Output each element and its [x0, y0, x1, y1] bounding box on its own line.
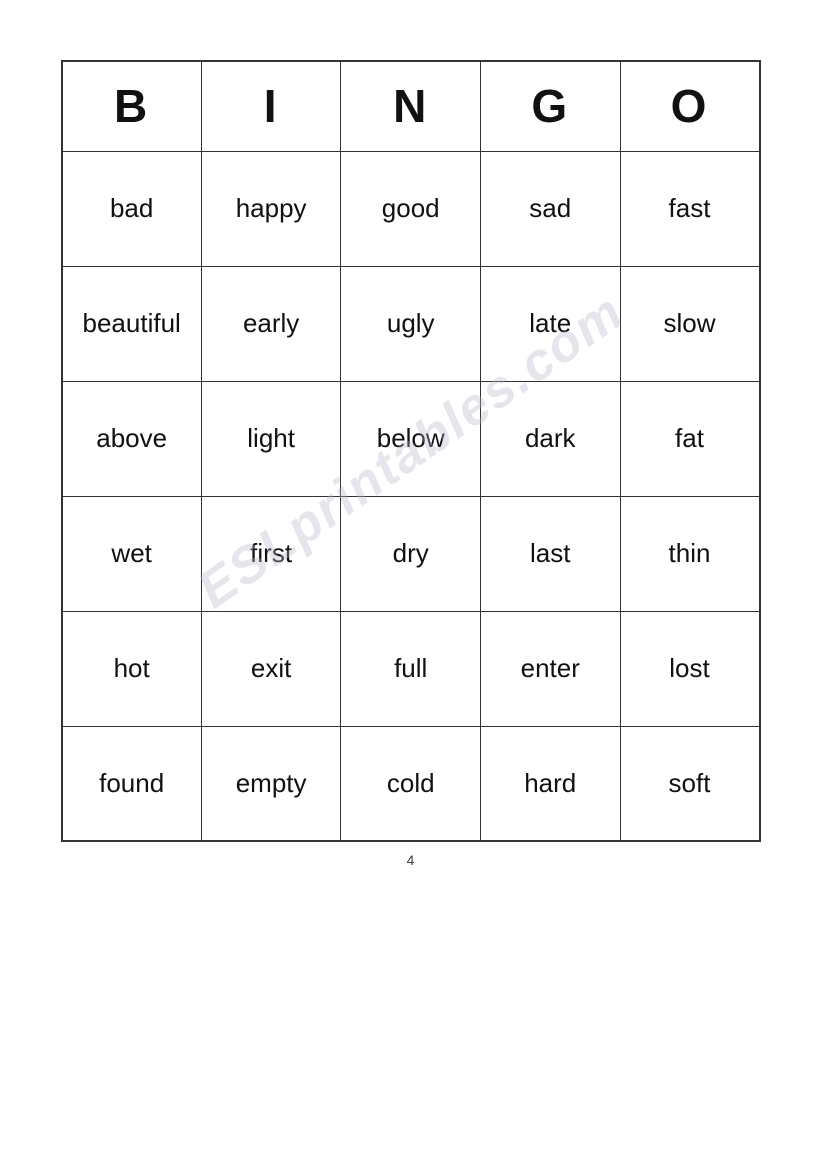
cell-r0-c4: fast — [620, 151, 760, 266]
bingo-card: ESLprintables.com BINGObadhappygoodsadfa… — [61, 60, 761, 842]
cell-r3-c4: thin — [620, 496, 760, 611]
table-row: abovelightbelowdarkfat — [62, 381, 760, 496]
cell-r4-c0: hot — [62, 611, 202, 726]
cell-r3-c0: wet — [62, 496, 202, 611]
cell-r0-c2: good — [341, 151, 481, 266]
cell-r1-c3: late — [481, 266, 621, 381]
cell-r3-c2: dry — [341, 496, 481, 611]
bingo-header-n: N — [341, 61, 481, 151]
cell-r1-c2: ugly — [341, 266, 481, 381]
cell-r2-c4: fat — [620, 381, 760, 496]
bingo-header-o: O — [620, 61, 760, 151]
cell-r0-c1: happy — [201, 151, 341, 266]
table-row: badhappygoodsadfast — [62, 151, 760, 266]
cell-r1-c4: slow — [620, 266, 760, 381]
cell-r2-c2: below — [341, 381, 481, 496]
bingo-table: BINGObadhappygoodsadfastbeautifulearlyug… — [61, 60, 761, 842]
cell-r2-c1: light — [201, 381, 341, 496]
cell-r0-c3: sad — [481, 151, 621, 266]
cell-r2-c0: above — [62, 381, 202, 496]
cell-r5-c3: hard — [481, 726, 621, 841]
table-row: foundemptycoldhardsoft — [62, 726, 760, 841]
cell-r5-c0: found — [62, 726, 202, 841]
cell-r4-c4: lost — [620, 611, 760, 726]
table-row: hotexitfullenterlost — [62, 611, 760, 726]
cell-r2-c3: dark — [481, 381, 621, 496]
table-row: wetfirstdrylastthin — [62, 496, 760, 611]
cell-r3-c1: first — [201, 496, 341, 611]
cell-r4-c3: enter — [481, 611, 621, 726]
bingo-header-g: G — [481, 61, 621, 151]
cell-r5-c4: soft — [620, 726, 760, 841]
page-number: 4 — [61, 852, 761, 868]
cell-r5-c2: cold — [341, 726, 481, 841]
cell-r0-c0: bad — [62, 151, 202, 266]
cell-r4-c2: full — [341, 611, 481, 726]
cell-r5-c1: empty — [201, 726, 341, 841]
cell-r3-c3: last — [481, 496, 621, 611]
cell-r1-c0: beautiful — [62, 266, 202, 381]
table-row: beautifulearlyuglylateslow — [62, 266, 760, 381]
cell-r4-c1: exit — [201, 611, 341, 726]
cell-r1-c1: early — [201, 266, 341, 381]
bingo-header-i: I — [201, 61, 341, 151]
bingo-header-b: B — [62, 61, 202, 151]
